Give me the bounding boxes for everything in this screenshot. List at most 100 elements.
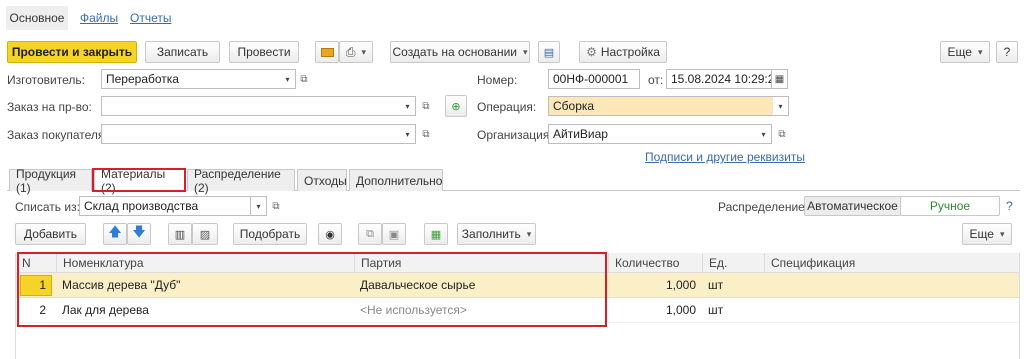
scanner-button[interactable]: ▨ — [192, 223, 218, 245]
operation-field[interactable]: Сборка — [548, 96, 774, 116]
barcode-icon: ▥ — [174, 228, 186, 241]
help-button[interactable]: ? — [996, 41, 1018, 63]
maker-open-icon[interactable]: ⧉ — [296, 69, 312, 89]
row-unit[interactable]: шт — [702, 273, 764, 298]
post-button[interactable]: Провести — [229, 41, 299, 63]
arrow-down-icon: 🡇 — [132, 224, 146, 239]
envelope-icon — [320, 47, 334, 57]
tab-waste[interactable]: Отходы — [297, 169, 347, 191]
column-header-spec-label: Спецификация — [771, 256, 856, 270]
chevron-down-icon: ▾ — [526, 228, 532, 239]
chevron-down-icon: ▾ — [761, 129, 766, 139]
move-up-button[interactable]: 🡅 — [103, 223, 127, 245]
chevron-down-icon: ▾ — [405, 129, 410, 139]
tab-main-label: Основное — [9, 11, 65, 25]
add-order-button[interactable]: ⊕ — [445, 95, 467, 117]
tab-waste-label: Отходы — [304, 173, 347, 188]
column-header-quantity[interactable]: Количество — [608, 253, 702, 273]
more-label: Еще — [947, 45, 972, 59]
tab-distribution[interactable]: Распределение (2) — [187, 167, 295, 195]
row-unit[interactable]: шт — [702, 298, 764, 323]
calendar-button[interactable]: ▦ — [772, 69, 788, 89]
settings-label: Настройка — [600, 45, 660, 59]
more-button[interactable]: Еще ▾ — [940, 41, 990, 63]
column-header-unit[interactable]: Ед. — [702, 253, 764, 273]
tab-reports[interactable]: Отчеты — [130, 11, 171, 25]
distribution-label: Распределение: — [718, 200, 809, 214]
date-field[interactable]: 15.08.2024 10:29:24 — [666, 69, 772, 89]
organization-label: Организация: — [477, 128, 553, 142]
settings-button[interactable]: ⚙ Настройка — [579, 41, 667, 63]
row-quantity[interactable]: 1,000 — [608, 273, 702, 298]
email-button[interactable] — [315, 41, 339, 63]
production-order-open-icon[interactable]: ⧉ — [418, 96, 434, 116]
operation-label: Операция: — [477, 100, 537, 114]
tab-files[interactable]: Файлы — [80, 11, 118, 25]
row-spec[interactable] — [764, 298, 1019, 323]
signatures-link[interactable]: Подписи и другие реквизиты — [645, 150, 805, 164]
column-header-spec[interactable]: Спецификация — [764, 253, 1019, 273]
eye-icon: ◉ — [325, 228, 335, 241]
chevron-down-icon: ▾ — [405, 101, 410, 111]
customer-order-field[interactable] — [101, 124, 416, 144]
customer-order-label: Заказ покупателя: — [7, 128, 108, 142]
customer-order-open-icon[interactable]: ⧉ — [418, 124, 434, 144]
barcode-button[interactable]: ▥ — [168, 223, 192, 245]
tab-distribution-label: Распределение (2) — [194, 166, 281, 195]
tab-additional[interactable]: Дополнительно — [349, 169, 443, 191]
distribution-manual-button[interactable]: Ручное — [900, 196, 1000, 216]
materials-tab-highlight — [92, 168, 186, 192]
organization-open-icon[interactable]: ⧉ — [774, 124, 790, 144]
tab-products-label: Продукция (1) — [16, 166, 77, 195]
create-based-on-button[interactable]: Создать на основании ▾ — [390, 41, 530, 63]
organization-field[interactable]: АйтиВиар — [548, 124, 759, 144]
materials-table-highlight — [17, 252, 607, 327]
save-label: Записать — [156, 45, 209, 59]
help-label: ? — [1003, 45, 1011, 59]
printer-icon: ⎙ — [345, 44, 356, 59]
help-icon[interactable]: ? — [1006, 199, 1013, 213]
tab-products[interactable]: Продукция (1) — [9, 167, 92, 195]
maker-field[interactable]: Переработка — [101, 69, 292, 89]
post-label: Провести — [237, 45, 291, 59]
write-off-field[interactable]: Склад производства — [79, 196, 251, 216]
organization-dropdown[interactable]: ▾ — [756, 124, 772, 144]
add-button[interactable]: Добавить — [15, 223, 86, 245]
row-quantity[interactable]: 1,000 — [608, 298, 702, 323]
fill-button[interactable]: Заполнить ▾ — [457, 223, 536, 245]
write-off-dropdown[interactable]: ▾ — [251, 196, 267, 216]
write-off-open-icon[interactable]: ⧉ — [268, 196, 284, 216]
gear-icon: ⚙ — [586, 45, 597, 59]
row-spec[interactable] — [764, 273, 1019, 298]
create-based-on-label: Создать на основании — [392, 45, 517, 59]
distribution-auto-button[interactable]: Автоматическое — [804, 196, 901, 216]
fill-label: Заполнить — [461, 227, 521, 241]
print-button[interactable]: ⎙ ▾ — [339, 41, 373, 63]
chevron-down-icon: ▾ — [256, 201, 261, 211]
operation-dropdown[interactable]: ▾ — [773, 96, 789, 116]
structure-button[interactable]: ▤ — [538, 41, 560, 63]
save-button[interactable]: Записать — [145, 41, 220, 63]
move-down-button[interactable]: 🡇 — [127, 223, 151, 245]
chevron-down-icon: ▾ — [285, 74, 290, 84]
post-and-close-button[interactable]: Провести и закрыть — [7, 41, 137, 63]
table-more-button[interactable]: Еще ▾ — [962, 223, 1012, 245]
table-fill-button[interactable]: ▦ — [424, 223, 448, 245]
paste-button[interactable]: ▣ — [382, 223, 406, 245]
view-button[interactable]: ◉ — [318, 223, 342, 245]
copy-button[interactable]: ⧉ — [358, 223, 382, 245]
pick-button[interactable]: Подобрать — [233, 223, 307, 245]
maker-dropdown[interactable]: ▾ — [280, 69, 296, 89]
tab-main[interactable]: Основное — [6, 6, 68, 30]
production-order-field[interactable] — [101, 96, 416, 116]
write-off-label: Списать из: — [15, 200, 80, 214]
number-field[interactable]: 00НФ-000001 — [548, 69, 640, 89]
add-document-icon: ⊕ — [451, 100, 461, 113]
production-order-dropdown[interactable]: ▾ — [400, 96, 416, 116]
paste-icon: ▣ — [388, 228, 400, 241]
table-icon: ▦ — [430, 228, 442, 241]
customer-order-dropdown[interactable]: ▾ — [400, 124, 416, 144]
maker-label: Изготовитель: — [7, 73, 85, 87]
chevron-down-icon: ▾ — [977, 46, 983, 57]
chevron-down-icon: ▾ — [361, 46, 367, 57]
